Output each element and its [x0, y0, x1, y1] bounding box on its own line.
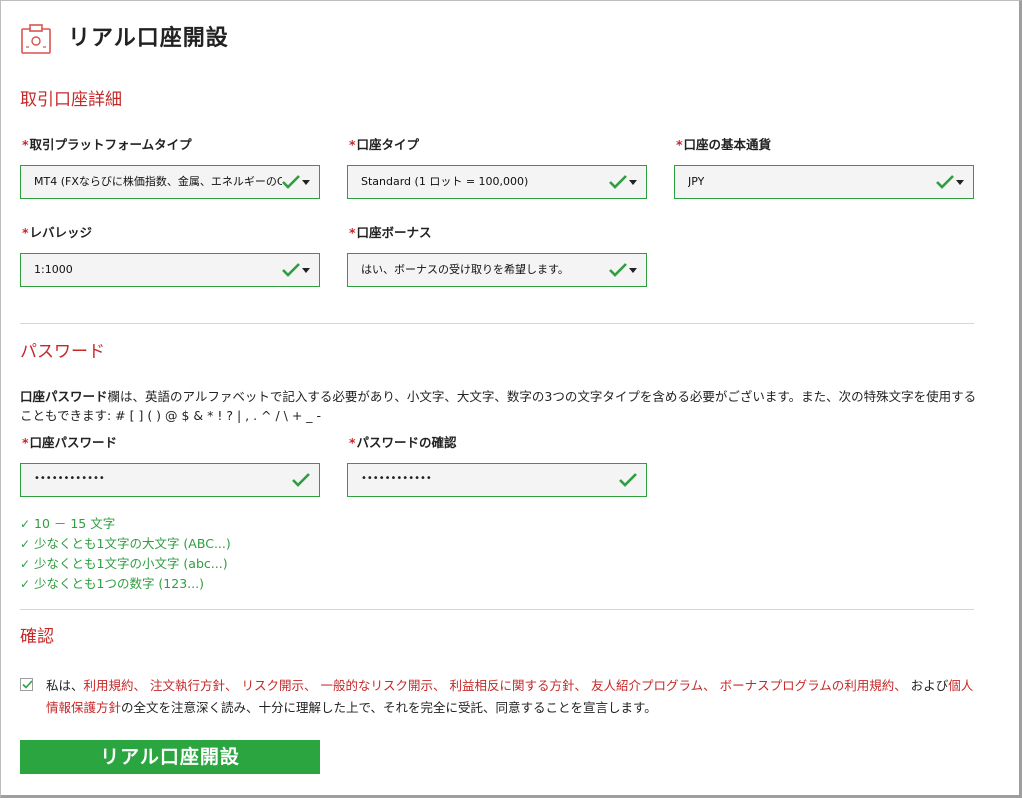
base-currency-select-value: JPY: [688, 175, 705, 188]
password-rules-list: ✓ 10 － 15 文字 ✓ 少なくとも1文字の大文字 (ABC...) ✓ 少なくと…: [20, 514, 231, 594]
required-mark: *: [22, 225, 29, 240]
confirm-password-label-text: パスワードの確認: [356, 435, 457, 450]
valid-check-icon: [281, 172, 301, 192]
account-type-label-text: 口座タイプ: [356, 137, 420, 152]
bonus-label: *口座ボーナス: [349, 225, 432, 241]
required-mark: *: [349, 225, 356, 240]
check-icon: ✓: [20, 577, 31, 591]
chevron-down-icon[interactable]: [956, 180, 964, 185]
confirm-password-input[interactable]: ••••••••••••: [347, 463, 647, 497]
platform-select[interactable]: MT4 (FXならびに株価指数、金属、エネルギーのCFD): [20, 165, 320, 199]
password-rule-item: ✓ 10 － 15 文字: [20, 514, 231, 534]
valid-check-icon: [608, 260, 628, 280]
password-info-bold: 口座パスワード: [20, 389, 108, 404]
valid-check-icon: [608, 172, 628, 192]
password-rule-item: ✓ 少なくとも1文字の大文字 (ABC...): [20, 534, 231, 554]
base-currency-label-text: 口座の基本通貨: [683, 137, 772, 152]
password-rule-item: ✓ 少なくとも1文字の小文字 (abc...): [20, 554, 231, 574]
page-title: リアル口座開設: [68, 26, 229, 51]
valid-check-icon: [291, 470, 311, 490]
account-type-label: *口座タイプ: [349, 137, 419, 153]
agreement-prefix: 私は、: [46, 678, 84, 693]
link-conflict-of-interest-policy[interactable]: 利益相反に関する方針、: [450, 678, 588, 693]
agreement-suffix: の全文を注意深く読み、十分に理解した上で、それを完全に受託、同意することを宣言し…: [121, 700, 657, 715]
required-mark: *: [349, 435, 356, 450]
bonus-select[interactable]: はい、ボーナスの受け取りを希望します。: [347, 253, 647, 287]
valid-check-icon: [281, 260, 301, 280]
valid-check-icon: [618, 470, 638, 490]
base-currency-select[interactable]: JPY: [674, 165, 974, 199]
password-rule-text: 10 － 15 文字: [34, 516, 116, 531]
required-mark: *: [22, 137, 29, 152]
password-input[interactable]: ••••••••••••: [20, 463, 320, 497]
platform-label: *取引プラットフォームタイプ: [22, 137, 192, 153]
leverage-select-value: 1:1000: [34, 263, 73, 276]
password-rule-text: 少なくとも1文字の小文字 (abc...): [34, 556, 228, 571]
chevron-down-icon[interactable]: [629, 268, 637, 273]
section-title-password: パスワード: [20, 342, 105, 362]
account-type-select[interactable]: Standard (1 ロット = 100,000): [347, 165, 647, 199]
leverage-label: *レバレッジ: [22, 225, 92, 241]
platform-select-value: MT4 (FXならびに株価指数、金属、エネルギーのCFD): [34, 175, 282, 188]
confirm-password-label: *パスワードの確認: [349, 435, 457, 451]
password-rule-text: 少なくとも1文字の大文字 (ABC...): [34, 536, 231, 551]
bonus-select-value: はい、ボーナスの受け取りを希望します。: [361, 263, 569, 276]
base-currency-label: *口座の基本通貨: [676, 137, 771, 153]
section-title-account-details: 取引口座詳細: [20, 90, 122, 110]
password-rule-text: 少なくとも1つの数字 (123...): [34, 576, 204, 591]
checkbox-check-icon: [22, 680, 33, 689]
chevron-down-icon[interactable]: [629, 180, 637, 185]
chevron-down-icon[interactable]: [302, 180, 310, 185]
link-order-execution-policy[interactable]: 注文執行方針、: [150, 678, 238, 693]
chevron-down-icon[interactable]: [302, 268, 310, 273]
section-divider: [20, 609, 974, 610]
password-info-body: 欄は、英語のアルファベットで記入する必要があり、小文字、大文字、数字の3つの文字…: [20, 389, 977, 423]
link-general-risk-disclosure[interactable]: 一般的なリスク開示、: [321, 678, 446, 693]
required-mark: *: [349, 137, 356, 152]
password-input-value: ••••••••••••: [34, 473, 105, 484]
id-card-icon: [20, 23, 52, 55]
password-info-text: 口座パスワード欄は、英語のアルファベットで記入する必要があり、小文字、大文字、数…: [20, 387, 980, 425]
account-type-select-value: Standard (1 ロット = 100,000): [361, 175, 529, 188]
password-label: *口座パスワード: [22, 435, 117, 451]
bonus-label-text: 口座ボーナス: [356, 225, 432, 240]
platform-label-text: 取引プラットフォームタイプ: [29, 137, 192, 152]
password-label-text: 口座パスワード: [29, 435, 118, 450]
agreement-and: および: [906, 678, 949, 693]
agreement-text: 私は、利用規約、 注文執行方針、 リスク開示、 一般的なリスク開示、 利益相反に…: [46, 675, 976, 719]
agree-checkbox[interactable]: [20, 678, 33, 691]
open-real-account-button[interactable]: リアル口座開設: [20, 740, 320, 774]
check-icon: ✓: [20, 517, 31, 531]
link-bonus-program-terms[interactable]: ボーナスプログラムの利用規約、: [720, 678, 907, 693]
check-icon: ✓: [20, 557, 31, 571]
leverage-select[interactable]: 1:1000: [20, 253, 320, 287]
section-title-confirmation: 確認: [20, 627, 54, 647]
link-referral-program[interactable]: 友人紹介プログラム、: [591, 678, 716, 693]
section-divider: [20, 323, 974, 324]
link-terms[interactable]: 利用規約、: [84, 678, 147, 693]
valid-check-icon: [935, 172, 955, 192]
password-rule-item: ✓ 少なくとも1つの数字 (123...): [20, 574, 231, 594]
required-mark: *: [22, 435, 29, 450]
link-risk-disclosure[interactable]: リスク開示、: [242, 678, 317, 693]
leverage-label-text: レバレッジ: [29, 225, 93, 240]
required-mark: *: [676, 137, 683, 152]
check-icon: ✓: [20, 537, 31, 551]
confirm-password-input-value: ••••••••••••: [361, 473, 432, 484]
